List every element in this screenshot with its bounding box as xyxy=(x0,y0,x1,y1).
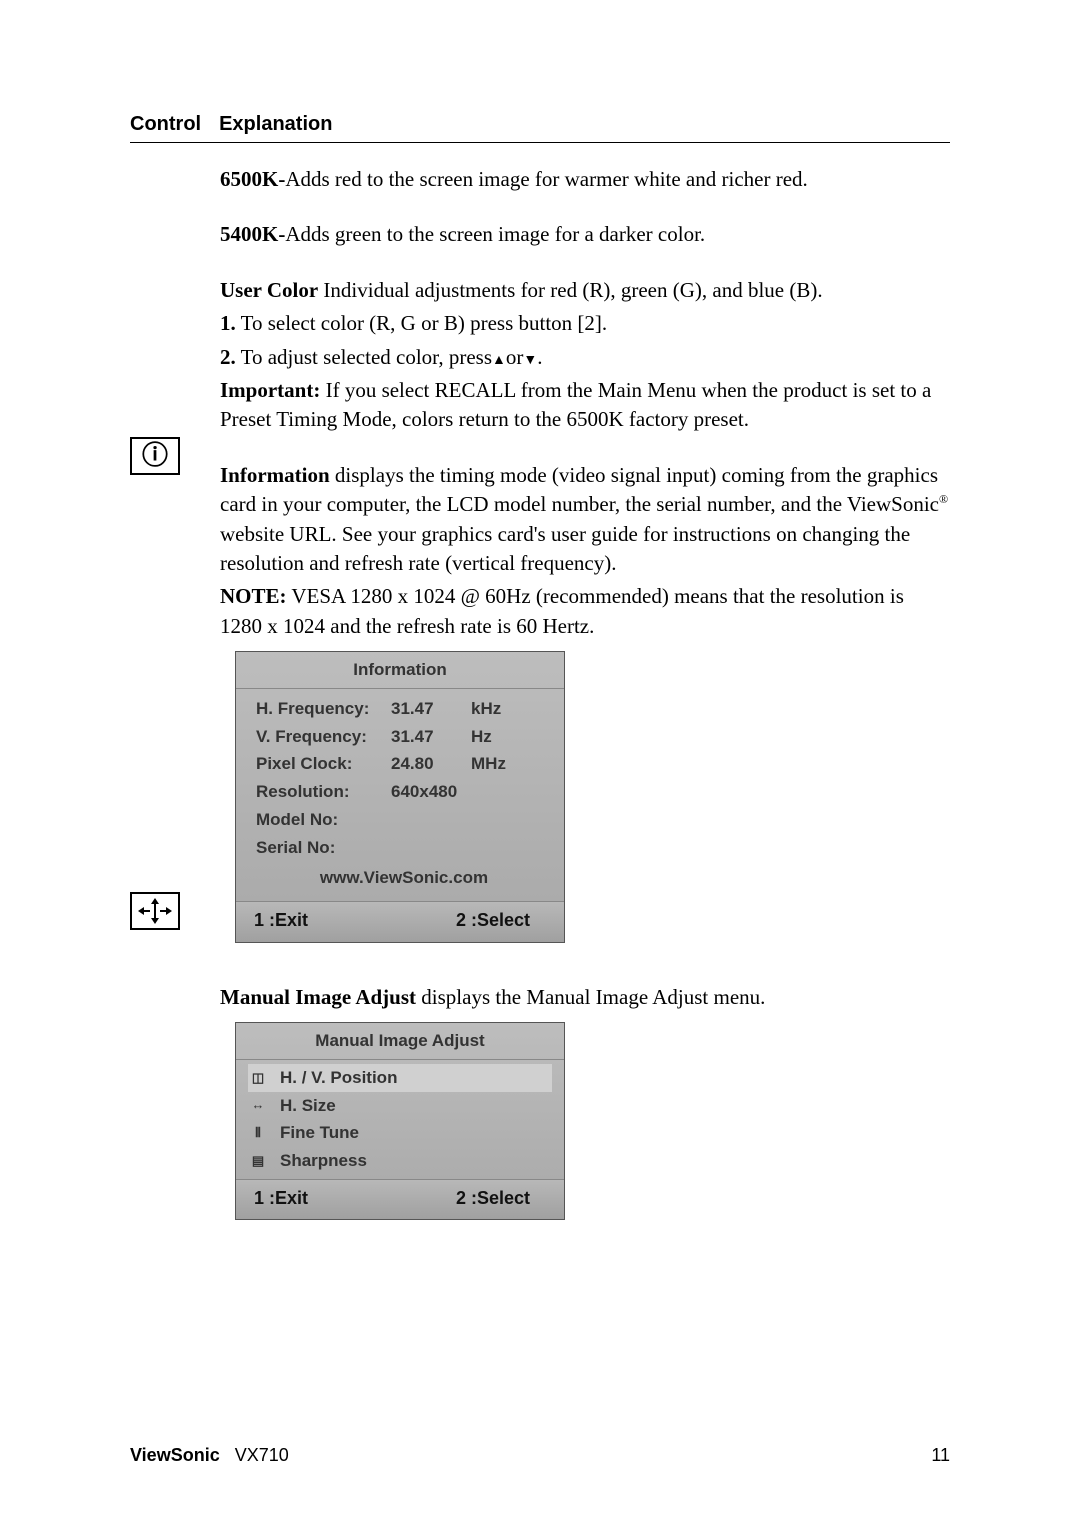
footer-brand: ViewSonic xyxy=(130,1445,220,1465)
osd-modelno-label: Model No: xyxy=(256,808,391,832)
para-important: Important: If you select RECALL from the… xyxy=(220,376,950,435)
header-rule xyxy=(130,142,950,143)
para-6500k: 6500K-Adds red to the screen image for w… xyxy=(220,165,950,194)
osd-pixelclock-label: Pixel Clock: xyxy=(256,752,391,776)
osd-mia-select[interactable]: 2 :Select xyxy=(456,1186,530,1211)
osd-mia-item-1: H. Size xyxy=(280,1094,336,1118)
osd-info-body: H. Frequency: 31.47 kHz V. Frequency: 31… xyxy=(236,689,564,902)
mia-text: displays the Manual Image Adjust menu. xyxy=(416,985,765,1009)
osd-info-footer: 1 :Exit 2 :Select xyxy=(236,901,564,941)
step2-end: . xyxy=(537,345,542,369)
osd-mia-item-sharpness[interactable]: ▤ Sharpness xyxy=(248,1147,552,1175)
step1-num: 1. xyxy=(220,311,236,335)
osd-mia-item-3: Sharpness xyxy=(280,1149,367,1173)
osd-resolution-value: 640x480 xyxy=(391,780,471,804)
osd-mia-item-hsize[interactable]: ↔ H. Size xyxy=(248,1092,552,1120)
sharpness-icon: ▤ xyxy=(248,1153,268,1169)
arrows-cross-icon xyxy=(138,898,172,924)
mia-label: Manual Image Adjust xyxy=(220,985,416,1009)
text-6500k: Adds red to the screen image for warmer … xyxy=(285,167,807,191)
osd-pixelclock-unit: MHz xyxy=(471,752,506,776)
information-icon: ⓘ xyxy=(130,437,180,475)
registered-mark: ® xyxy=(939,492,948,506)
note-text: VESA 1280 x 1024 @ 60Hz (recommended) me… xyxy=(220,584,904,637)
osd-row-modelno: Model No: xyxy=(256,806,552,834)
osd-mia-item-finetune[interactable]: ⫴ Fine Tune xyxy=(248,1119,552,1147)
osd-vfreq-label: V. Frequency: xyxy=(256,725,391,749)
osd-row-pixelclock: Pixel Clock: 24.80 MHz xyxy=(256,750,552,778)
osd-hfreq-unit: kHz xyxy=(471,697,501,721)
step2-text: To adjust selected color, press xyxy=(236,345,492,369)
para-mia: Manual Image Adjust displays the Manual … xyxy=(220,983,950,1012)
osd-information-panel: Information H. Frequency: 31.47 kHz V. F… xyxy=(235,651,565,943)
osd-mia-exit[interactable]: 1 :Exit xyxy=(254,1186,308,1211)
para-5400k: 5400K-Adds green to the screen image for… xyxy=(220,220,950,249)
osd-mia-panel: Manual Image Adjust ◫ H. / V. Position ↔… xyxy=(235,1022,565,1220)
step-1: 1. To select color (R, G or B) press but… xyxy=(220,309,950,338)
osd-select[interactable]: 2 :Select xyxy=(456,908,530,933)
text-5400k: Adds green to the screen image for a dar… xyxy=(285,222,705,246)
fine-tune-icon: ⫴ xyxy=(248,1125,268,1141)
osd-mia-item-2: Fine Tune xyxy=(280,1121,359,1145)
important-label: Important: xyxy=(220,378,320,402)
page-number: 11 xyxy=(931,1443,950,1468)
osd-info-title: Information xyxy=(236,652,564,689)
header-control: Control xyxy=(130,110,201,138)
osd-pixelclock-value: 24.80 xyxy=(391,752,471,776)
step2-or: or xyxy=(506,345,524,369)
para-information: Information displays the timing mode (vi… xyxy=(220,461,950,579)
osd-mia-body: ◫ H. / V. Position ↔ H. Size ⫴ Fine Tune… xyxy=(236,1060,564,1179)
important-text: If you select RECALL from the Main Menu … xyxy=(220,378,931,431)
info-label: Information xyxy=(220,463,330,487)
osd-row-resolution: Resolution: 640x480 xyxy=(256,778,552,806)
label-5400k: 5400K- xyxy=(220,222,285,246)
note-label: NOTE: xyxy=(220,584,287,608)
osd-row-hfreq: H. Frequency: 31.47 kHz xyxy=(256,695,552,723)
osd-mia-footer: 1 :Exit 2 :Select xyxy=(236,1179,564,1219)
osd-mia-title: Manual Image Adjust xyxy=(236,1023,564,1060)
step2-num: 2. xyxy=(220,345,236,369)
triangle-up-icon xyxy=(492,345,506,369)
osd-mia-item-0: H. / V. Position xyxy=(280,1066,397,1090)
label-6500k: 6500K- xyxy=(220,167,285,191)
h-size-icon: ↔ xyxy=(248,1098,268,1114)
osd-hfreq-label: H. Frequency: xyxy=(256,697,391,721)
osd-resolution-label: Resolution: xyxy=(256,780,391,804)
para-note: NOTE: VESA 1280 x 1024 @ 60Hz (recommend… xyxy=(220,582,950,641)
osd-mia-item-hvposition[interactable]: ◫ H. / V. Position xyxy=(248,1064,552,1092)
osd-row-vfreq: V. Frequency: 31.47 Hz xyxy=(256,723,552,751)
osd-serialno-value xyxy=(391,836,471,860)
osd-vfreq-unit: Hz xyxy=(471,725,492,749)
info-text-b: website URL. See your graphics card's us… xyxy=(220,522,910,575)
osd-row-serialno: Serial No: xyxy=(256,834,552,862)
page-footer: ViewSonic VX710 11 xyxy=(130,1443,950,1468)
column-headers: Control Explanation xyxy=(130,110,950,138)
triangle-down-icon xyxy=(523,345,537,369)
text-usercolor: Individual adjustments for red (R), gree… xyxy=(318,278,822,302)
footer-model: VX710 xyxy=(235,1445,289,1465)
osd-url: www.ViewSonic.com xyxy=(256,862,552,896)
osd-hfreq-value: 31.47 xyxy=(391,697,471,721)
header-explanation: Explanation xyxy=(219,110,332,138)
para-usercolor: User Color Individual adjustments for re… xyxy=(220,276,950,305)
footer-left: ViewSonic VX710 xyxy=(130,1443,289,1468)
osd-modelno-value xyxy=(391,808,471,832)
manual-image-adjust-icon xyxy=(130,892,180,930)
osd-serialno-label: Serial No: xyxy=(256,836,391,860)
osd-exit[interactable]: 1 :Exit xyxy=(254,908,308,933)
step1-text: To select color (R, G or B) press button… xyxy=(236,311,607,335)
hv-position-icon: ◫ xyxy=(248,1070,268,1086)
info-glyph: ⓘ xyxy=(142,438,168,474)
label-usercolor: User Color xyxy=(220,278,318,302)
osd-vfreq-value: 31.47 xyxy=(391,725,471,749)
step-2: 2. To adjust selected color, press or. xyxy=(220,343,950,372)
